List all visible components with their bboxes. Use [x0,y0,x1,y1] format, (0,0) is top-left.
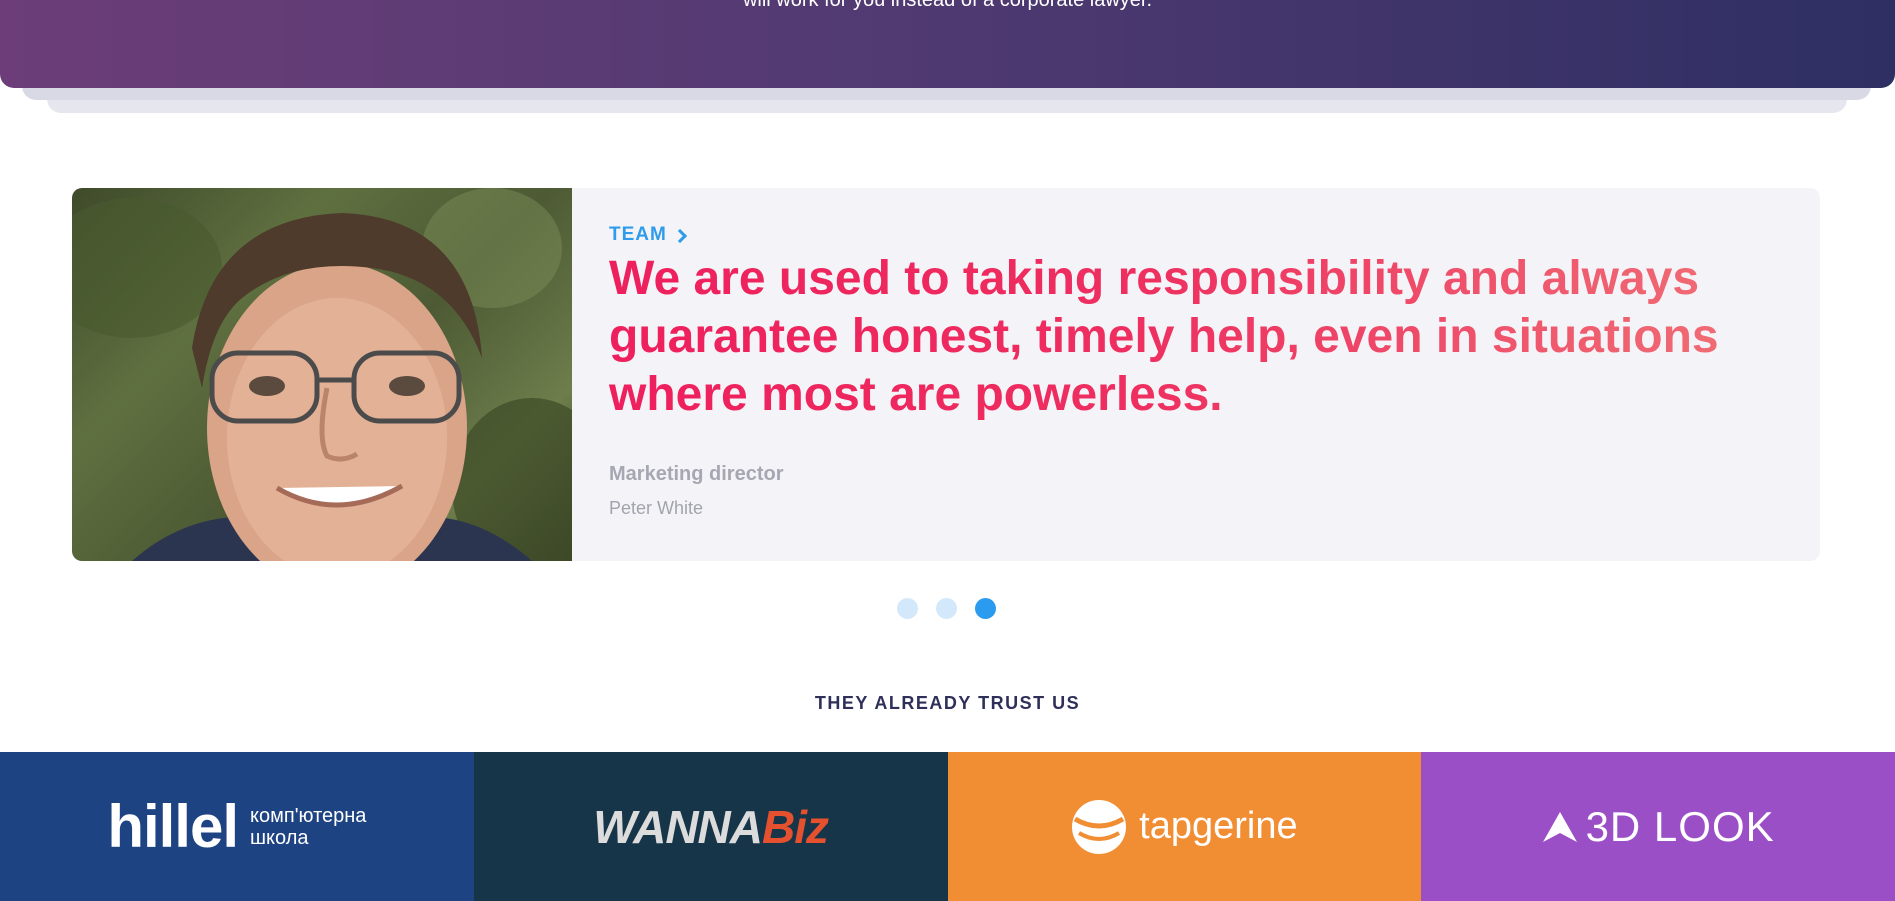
hero-banner: will work for you instead of a corporate… [0,0,1895,115]
testimonial-card: TEAM We are used to taking responsibilit… [72,188,1820,561]
hero-text: will work for you instead of a corporate… [742,0,1153,11]
carousel-dot-3[interactable] [975,598,996,619]
testimonial-quote: We are used to taking responsibility and… [609,250,1789,424]
wannabiz-logo-part-1: WANNA [593,800,763,853]
logo-tile-3dlook[interactable]: 3D LOOK [1421,752,1895,901]
hillel-subtitle-line-1: комп'ютерна [250,804,367,827]
portrait-illustration [72,188,572,561]
hillel-logo-subtitle: комп'ютерна школа [250,805,366,849]
3dlook-logo-text: 3D LOOK [1585,802,1775,850]
hillel-logo-wordmark: hillel [107,792,239,860]
hillel-subtitle-line-2: школа [250,826,309,849]
logo-tile-wannabiz[interactable]: WANNABiz [473,752,948,901]
testimonial-content: TEAM We are used to taking responsibilit… [609,188,1780,561]
person-name: Peter White [609,498,704,518]
client-logos: hillel комп'ютерна школа WANNABiz tapger… [0,752,1895,901]
team-link-label: TEAM [609,224,667,245]
chevron-right-icon [672,228,687,243]
wannabiz-logo: WANNABiz [593,800,829,854]
logo-tile-hillel[interactable]: hillel комп'ютерна школа [0,752,474,901]
logo-tile-tapgerine[interactable]: tapgerine [947,752,1422,901]
wannabiz-logo-part-2: Biz [762,800,829,853]
3dlook-logo-icon [1542,811,1577,842]
carousel-dot-1[interactable] [897,598,918,619]
person-role: Marketing director [609,463,784,485]
hero-panel: will work for you instead of a corporate… [0,0,1895,88]
tapgerine-logo-text: tapgerine [1139,805,1298,847]
carousel-dots [897,598,996,619]
carousel-dot-2[interactable] [936,598,957,619]
person-photo [72,188,572,561]
team-link[interactable]: TEAM [609,224,687,246]
trust-heading: THEY ALREADY TRUST US [814,693,1081,713]
tapgerine-logo-icon [1072,799,1127,854]
